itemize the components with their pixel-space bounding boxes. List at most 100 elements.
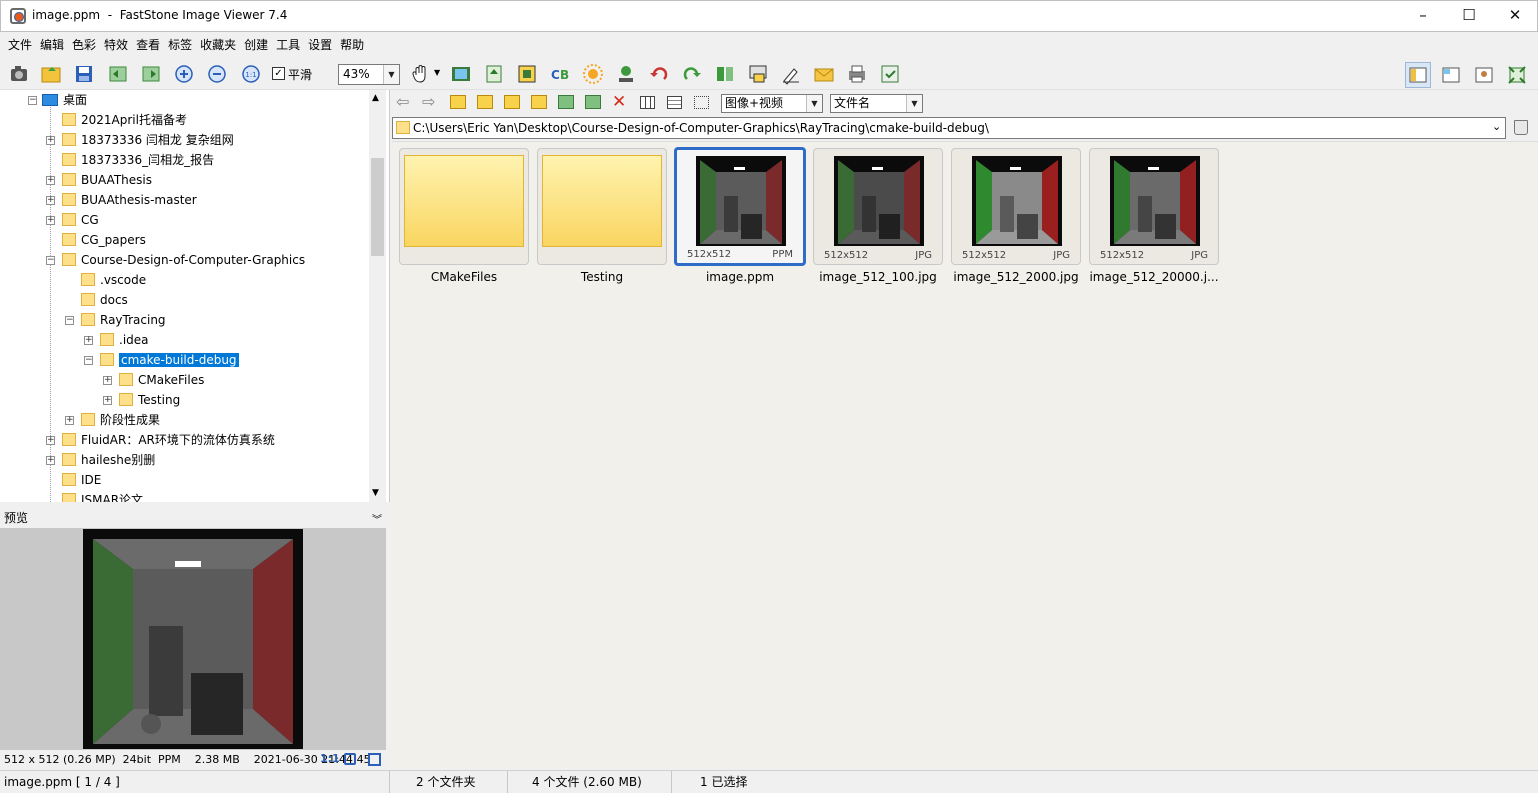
expand-icon[interactable]: + bbox=[46, 436, 55, 445]
collapse-icon[interactable]: − bbox=[65, 316, 74, 325]
scroll-down-icon[interactable]: ▼ bbox=[372, 488, 379, 498]
expand-icon[interactable]: + bbox=[103, 376, 112, 385]
batch-icon[interactable] bbox=[879, 63, 901, 85]
expand-icon[interactable]: + bbox=[103, 396, 112, 405]
menu-create[interactable]: 创建 bbox=[240, 32, 272, 58]
thumbnail[interactable]: 512x512 JPG bbox=[951, 148, 1081, 265]
expand-icon[interactable]: + bbox=[46, 176, 55, 185]
refresh-folder-icon[interactable] bbox=[477, 95, 493, 109]
menu-view[interactable]: 查看 bbox=[132, 32, 164, 58]
zoom-in-icon[interactable] bbox=[173, 63, 195, 85]
thumbnail[interactable]: 512x512 JPG bbox=[813, 148, 943, 265]
trash-icon[interactable] bbox=[1514, 120, 1528, 135]
hand-tool-icon[interactable] bbox=[410, 63, 432, 85]
menu-tools[interactable]: 工具 bbox=[272, 32, 304, 58]
view-details-icon[interactable] bbox=[694, 96, 709, 109]
move-to-icon[interactable] bbox=[483, 63, 505, 85]
fullscreen-preview-icon[interactable] bbox=[368, 753, 381, 766]
tree-item[interactable]: + BUAAThesis bbox=[46, 170, 152, 190]
brightness-icon[interactable] bbox=[582, 63, 604, 85]
zoom-select[interactable]: 43% ▼ bbox=[338, 64, 400, 85]
collapse-preview-icon[interactable]: ︾ bbox=[372, 511, 382, 526]
tree-item[interactable]: 2021April托福备考 bbox=[62, 110, 187, 130]
menu-file[interactable]: 文件 bbox=[0, 32, 36, 58]
path-dropdown-icon[interactable]: ⌄ bbox=[1492, 120, 1501, 133]
new-folder-icon[interactable] bbox=[531, 95, 547, 109]
layout-thumbs-icon[interactable] bbox=[1471, 62, 1497, 88]
tree-item[interactable]: 18373336_闫相龙_报告 bbox=[62, 150, 214, 170]
camera-icon[interactable] bbox=[8, 63, 30, 85]
menu-tags[interactable]: 标签 bbox=[164, 32, 196, 58]
forward-icon[interactable]: ⇨ bbox=[422, 94, 435, 110]
tree-scrollbar[interactable] bbox=[369, 90, 386, 502]
zoom-out-icon[interactable] bbox=[206, 63, 228, 85]
menu-favorites[interactable]: 收藏夹 bbox=[196, 32, 240, 58]
smooth-checkbox[interactable]: ✓ bbox=[272, 67, 285, 80]
thumbnail-folder[interactable] bbox=[537, 148, 667, 265]
tree-item[interactable]: + BUAAthesis-master bbox=[46, 190, 197, 210]
copy-to-icon[interactable] bbox=[558, 95, 574, 109]
back-icon[interactable]: ⇦ bbox=[396, 94, 409, 110]
expand-icon[interactable]: + bbox=[46, 456, 55, 465]
tree-item[interactable]: − RayTracing bbox=[65, 310, 166, 330]
tree-item[interactable]: + haileshe别删 bbox=[46, 450, 155, 470]
fullscreen-icon[interactable] bbox=[1504, 62, 1530, 88]
draw-icon[interactable] bbox=[780, 63, 802, 85]
path-input[interactable]: C:\Users\Eric Yan\Desktop\Course-Design-… bbox=[392, 117, 1506, 139]
tree-item-selected[interactable]: − cmake-build-debug bbox=[84, 350, 239, 370]
collapse-icon[interactable]: − bbox=[84, 356, 93, 365]
actual-size-icon[interactable]: 1:1 bbox=[240, 63, 262, 85]
tree-item[interactable]: .vscode bbox=[81, 270, 146, 290]
tree-item[interactable]: + 阶段性成果 bbox=[65, 410, 160, 430]
email-icon[interactable] bbox=[813, 63, 835, 85]
tree-item[interactable]: IDE bbox=[62, 470, 101, 490]
color-balance-icon[interactable]: CB bbox=[549, 63, 571, 85]
thumbnail[interactable]: 512x512 JPG bbox=[1089, 148, 1219, 265]
filter-select[interactable]: 图像+视频 ▼ bbox=[721, 94, 823, 113]
menu-help[interactable]: 帮助 bbox=[336, 32, 368, 58]
tree-item[interactable]: + Testing bbox=[103, 390, 180, 410]
parent-folder-icon[interactable] bbox=[450, 95, 466, 109]
menu-edit[interactable]: 编辑 bbox=[36, 32, 68, 58]
tree-item[interactable]: CG_papers bbox=[62, 230, 146, 250]
close-button[interactable]: ✕ bbox=[1492, 0, 1538, 30]
preview-image[interactable] bbox=[83, 529, 303, 749]
delete-icon[interactable]: ✕ bbox=[612, 92, 626, 112]
layout-preview-icon[interactable] bbox=[1438, 62, 1464, 88]
expand-icon[interactable]: + bbox=[65, 416, 74, 425]
print-icon[interactable] bbox=[846, 63, 868, 85]
tree-item-desktop[interactable]: − 桌面 bbox=[28, 90, 87, 110]
thumbnail-folder[interactable] bbox=[399, 148, 529, 265]
layout-browser-icon[interactable] bbox=[1405, 62, 1431, 88]
tree-item[interactable]: + FluidAR：AR环境下的流体仿真系统 bbox=[46, 430, 275, 450]
open-folder-icon[interactable] bbox=[40, 63, 62, 85]
rotate-right-icon[interactable] bbox=[681, 63, 703, 85]
minimize-button[interactable]: – bbox=[1400, 0, 1446, 30]
sort-select[interactable]: 文件名 ▼ bbox=[830, 94, 923, 113]
flip-icon[interactable] bbox=[714, 63, 736, 85]
slideshow-icon[interactable] bbox=[450, 63, 472, 85]
expand-icon[interactable]: + bbox=[84, 336, 93, 345]
crop-icon[interactable] bbox=[516, 63, 538, 85]
maximize-button[interactable]: ☐ bbox=[1446, 0, 1492, 30]
tree-item[interactable]: + CMakeFiles bbox=[103, 370, 204, 390]
resize-icon[interactable] bbox=[747, 63, 769, 85]
move-files-icon[interactable] bbox=[585, 95, 601, 109]
next-image-icon[interactable] bbox=[140, 63, 162, 85]
hand-dropdown-icon[interactable]: ▼ bbox=[434, 68, 440, 77]
tree-item[interactable]: − Course-Design-of-Computer-Graphics bbox=[46, 250, 305, 270]
expand-icon[interactable]: + bbox=[46, 196, 55, 205]
view-list-icon[interactable] bbox=[667, 96, 682, 109]
fit-icon[interactable] bbox=[344, 753, 356, 765]
thumbnail-selected[interactable]: 512x512 PPM bbox=[674, 147, 806, 266]
menu-effects[interactable]: 特效 bbox=[100, 32, 132, 58]
view-thumbnails-icon[interactable] bbox=[640, 96, 655, 109]
previous-image-icon[interactable] bbox=[107, 63, 129, 85]
expand-icon[interactable]: + bbox=[46, 216, 55, 225]
tree-item[interactable]: ISMAR论文 bbox=[62, 490, 143, 502]
tree-item[interactable]: docs bbox=[81, 290, 128, 310]
collapse-icon[interactable]: − bbox=[46, 256, 55, 265]
tree-item[interactable]: + .idea bbox=[84, 330, 149, 350]
actual-size-button[interactable]: 1:1 bbox=[320, 752, 340, 765]
folder-tree[interactable]: − 桌面 2021April托福备考 +18373336 闫相龙 复杂组网 183… bbox=[0, 90, 390, 502]
